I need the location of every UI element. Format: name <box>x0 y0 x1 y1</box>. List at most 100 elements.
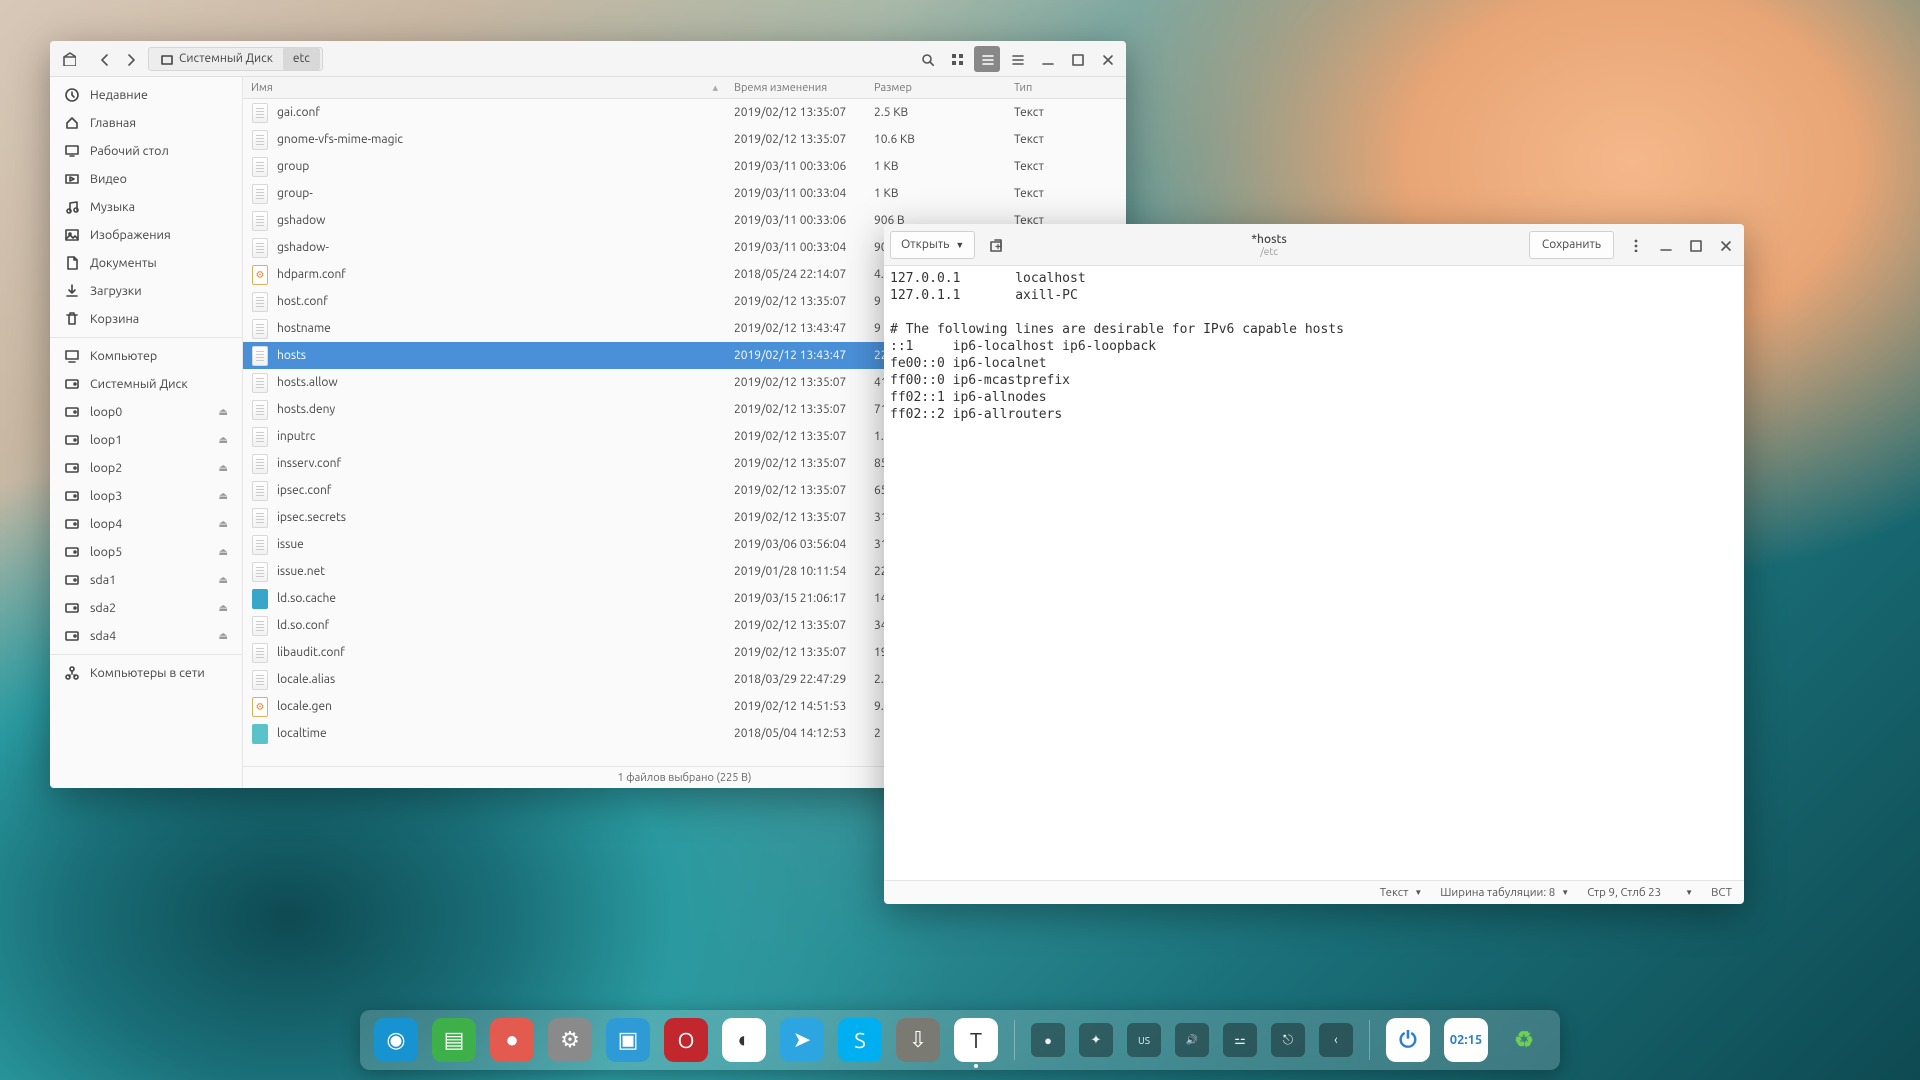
file-icon: ⚙ <box>251 696 269 718</box>
tray-collapse[interactable]: ‹ <box>1319 1023 1353 1057</box>
eject-icon[interactable]: ⏏ <box>219 434 228 446</box>
nav-back-button[interactable] <box>92 47 116 71</box>
dock-app-opera[interactable]: O <box>664 1018 708 1062</box>
status-lang[interactable]: Текст▼ <box>1380 886 1423 899</box>
dock-app-chrome[interactable]: ◐ <box>722 1018 766 1062</box>
sidebar-item-Музыка[interactable]: Музыка <box>50 193 242 221</box>
tray-app2[interactable]: ✦ <box>1079 1023 1113 1057</box>
hamburger-button[interactable] <box>1622 232 1648 258</box>
sidebar-item-Рабочий стол[interactable]: Рабочий стол <box>50 137 242 165</box>
dock-app-skype[interactable]: S <box>838 1018 882 1062</box>
sidebar-item-loop5[interactable]: loop5⏏ <box>50 538 242 566</box>
file-icon <box>251 507 269 529</box>
dock-app-launcher[interactable]: ◉ <box>374 1018 418 1062</box>
dock-app-files[interactable]: ▤ <box>432 1018 476 1062</box>
sidebar-item-Видео[interactable]: Видео <box>50 165 242 193</box>
status-cursor[interactable]: Стр 9, Стлб 23▼ <box>1587 886 1693 899</box>
minimize-button[interactable] <box>1034 46 1060 72</box>
search-button[interactable] <box>914 46 940 72</box>
sidebar-item-loop2[interactable]: loop2⏏ <box>50 454 242 482</box>
file-row[interactable]: gai.conf2019/02/12 13:35:072.5 KBТекст <box>243 99 1126 126</box>
breadcrumb-label: Системный Диск <box>179 52 273 65</box>
status-tabwidth[interactable]: Ширина табуляции: 8▼ <box>1440 886 1569 899</box>
sidebar-item-sda2[interactable]: sda2⏏ <box>50 594 242 622</box>
close-button[interactable] <box>1094 46 1120 72</box>
gedit-filename: *hosts <box>1013 233 1525 246</box>
view-list-button[interactable] <box>974 46 1000 72</box>
file-row[interactable]: group2019/03/11 00:33:061 KBТекст <box>243 153 1126 180</box>
sidebar-item-loop4[interactable]: loop4⏏ <box>50 510 242 538</box>
menu-button[interactable] <box>1004 46 1030 72</box>
dock-app-archive[interactable]: ⇩ <box>896 1018 940 1062</box>
nav-forward-button[interactable] <box>118 47 142 71</box>
file-icon <box>251 210 269 232</box>
status-insert[interactable]: ВСТ <box>1711 886 1732 899</box>
eject-icon[interactable]: ⏏ <box>219 462 228 474</box>
tray-volume[interactable]: 🔊 <box>1175 1023 1209 1057</box>
file-icon <box>251 561 269 583</box>
eject-icon[interactable]: ⏏ <box>219 574 228 586</box>
dock: ◉ ▤ ● ⚙ ▣ O ◐ ➤ S ⇩ T ● ✦ US 🔊 ⚍ ⎋ ‹ ⏻ 02:15 ♻ <box>360 1010 1560 1070</box>
new-tab-button[interactable] <box>983 232 1009 258</box>
sidebar-item-Загрузки[interactable]: Загрузки <box>50 277 242 305</box>
sidebar-item-Изображения[interactable]: Изображения <box>50 221 242 249</box>
fm-sidebar: НедавниеГлавнаяРабочий столВидеоМузыкаИз… <box>50 77 243 788</box>
dock-trash[interactable]: ♻ <box>1502 1018 1546 1062</box>
file-icon <box>251 399 269 421</box>
text-editor-window: Открыть▼ *hosts /etc Сохранить 127.0.0.1… <box>884 224 1744 904</box>
fm-home-icon[interactable] <box>56 46 82 72</box>
eject-icon[interactable]: ⏏ <box>219 490 228 502</box>
col-type[interactable]: Тип <box>1006 82 1126 94</box>
dock-app-software[interactable]: ▣ <box>606 1018 650 1062</box>
fm-columns-header[interactable]: Имя▴ Время изменения Размер Тип <box>243 77 1126 99</box>
sidebar-item-Документы[interactable]: Документы <box>50 249 242 277</box>
col-name[interactable]: Имя▴ <box>243 81 726 94</box>
dock-app-screenshot[interactable]: ● <box>490 1018 534 1062</box>
sidebar-item-sda1[interactable]: sda1⏏ <box>50 566 242 594</box>
sidebar-item-sda4[interactable]: sda4⏏ <box>50 622 242 650</box>
file-icon <box>251 318 269 340</box>
sidebar-item-Системный Диск[interactable]: Системный Диск <box>50 370 242 398</box>
breadcrumb-seg-1[interactable]: etc <box>283 48 320 70</box>
file-icon <box>251 372 269 394</box>
dock-clock[interactable]: 02:15 <box>1444 1018 1488 1062</box>
col-size[interactable]: Размер <box>866 82 1006 94</box>
eject-icon[interactable]: ⏏ <box>219 630 228 642</box>
breadcrumb-seg-0[interactable]: Системный Диск <box>151 48 283 70</box>
minimize-button[interactable] <box>1652 232 1678 258</box>
tray-wifi[interactable]: ⚍ <box>1223 1023 1257 1057</box>
editor-textarea[interactable]: 127.0.0.1 localhost 127.0.1.1 axill-PC #… <box>884 266 1744 880</box>
sidebar-item-Компьютер[interactable]: Компьютер <box>50 342 242 370</box>
sidebar-item-loop0[interactable]: loop0⏏ <box>50 398 242 426</box>
dock-app-settings[interactable]: ⚙ <box>548 1018 592 1062</box>
dock-app-telegram[interactable]: ➤ <box>780 1018 824 1062</box>
col-mtime[interactable]: Время изменения <box>726 82 866 94</box>
sidebar-item-Недавние[interactable]: Недавние <box>50 81 242 109</box>
eject-icon[interactable]: ⏏ <box>219 518 228 530</box>
eject-icon[interactable]: ⏏ <box>219 546 228 558</box>
sidebar-item-loop1[interactable]: loop1⏏ <box>50 426 242 454</box>
close-button[interactable] <box>1712 232 1738 258</box>
sidebar-item-Корзина[interactable]: Корзина <box>50 305 242 333</box>
sidebar-item-Компьютеры в сети[interactable]: Компьютеры в сети <box>50 659 242 687</box>
maximize-button[interactable] <box>1064 46 1090 72</box>
tray-app1[interactable]: ● <box>1031 1023 1065 1057</box>
sidebar-item-loop3[interactable]: loop3⏏ <box>50 482 242 510</box>
file-row[interactable]: gnome-vfs-mime-magic2019/02/12 13:35:071… <box>243 126 1126 153</box>
view-grid-button[interactable] <box>944 46 970 72</box>
tray-usb[interactable]: ⎋ <box>1271 1023 1305 1057</box>
open-button[interactable]: Открыть▼ <box>890 231 975 259</box>
file-row[interactable]: group-2019/03/11 00:33:041 KBТекст <box>243 180 1126 207</box>
save-button[interactable]: Сохранить <box>1529 231 1614 259</box>
eject-icon[interactable]: ⏏ <box>219 406 228 418</box>
eject-icon[interactable]: ⏏ <box>219 602 228 614</box>
gedit-title: *hosts /etc <box>1013 233 1525 257</box>
file-icon <box>251 723 269 745</box>
maximize-button[interactable] <box>1682 232 1708 258</box>
tray-keyboard[interactable]: US <box>1127 1023 1161 1057</box>
file-icon <box>251 669 269 691</box>
sidebar-item-Главная[interactable]: Главная <box>50 109 242 137</box>
breadcrumb[interactable]: Системный Диск etc <box>148 47 323 71</box>
dock-power[interactable]: ⏻ <box>1386 1018 1430 1062</box>
dock-app-text-editor[interactable]: T <box>954 1018 998 1062</box>
